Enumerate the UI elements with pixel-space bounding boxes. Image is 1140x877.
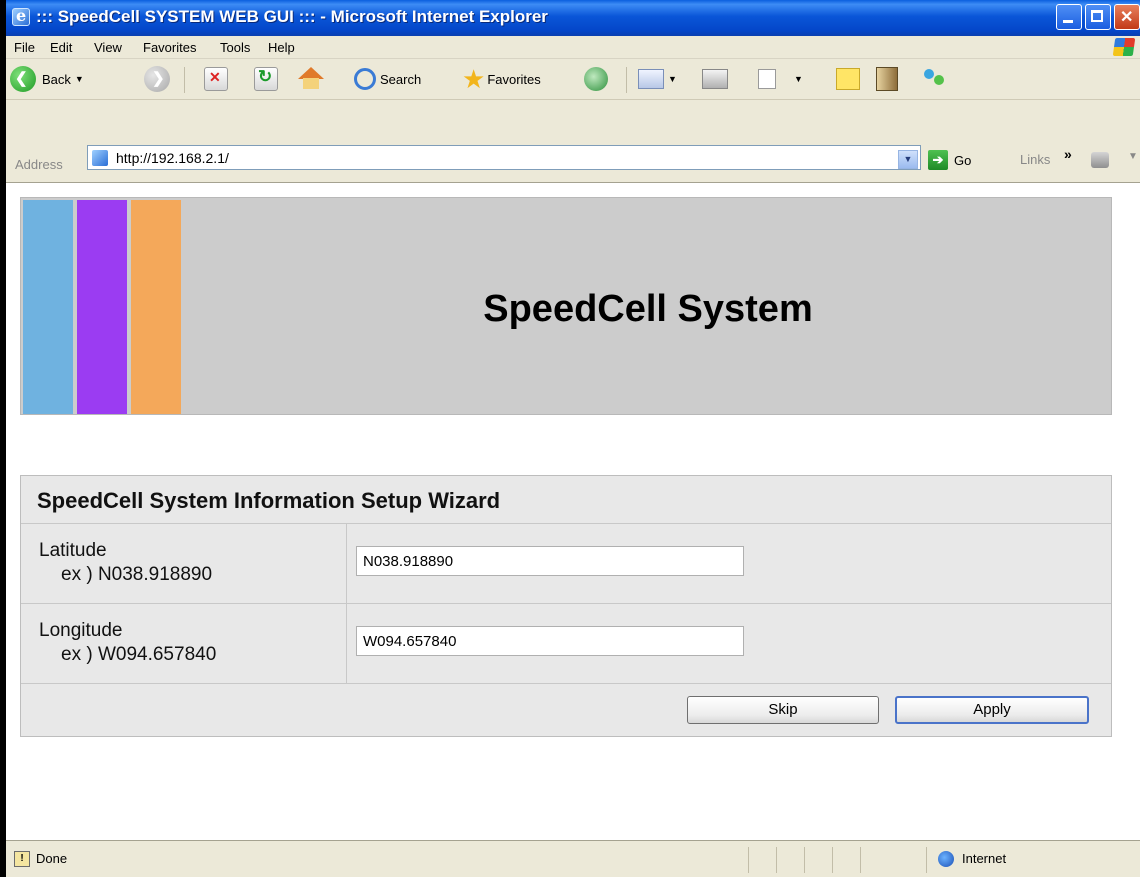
- window-title: ::: SpeedCell SYSTEM WEB GUI ::: - Micro…: [36, 7, 548, 26]
- wizard-header: SpeedCell System Information Setup Wizar…: [21, 476, 1111, 524]
- toolbar: Back ▼ Search ★ Favorites ▼: [6, 59, 1140, 100]
- chevron-down-icon: ▼: [74, 74, 84, 84]
- internet-zone-icon: [938, 851, 954, 867]
- links-toolbar-icon[interactable]: [1091, 152, 1109, 168]
- research-button[interactable]: [876, 65, 898, 93]
- search-label: Search: [380, 71, 422, 87]
- back-label: Back: [42, 71, 71, 87]
- apply-button[interactable]: Apply: [895, 696, 1089, 724]
- search-button[interactable]: Search: [354, 65, 421, 93]
- menu-bar: File Edit View Favorites Tools Help: [6, 36, 1140, 59]
- search-icon: [354, 68, 376, 90]
- close-button[interactable]: [1114, 4, 1140, 30]
- latitude-row: Latitude ex ) N038.918890: [21, 524, 1111, 604]
- menu-edit[interactable]: Edit: [50, 40, 72, 55]
- banner-stripe-purple: [77, 200, 127, 414]
- edit-icon: [758, 69, 776, 89]
- maximize-button[interactable]: [1085, 4, 1111, 30]
- forward-button[interactable]: [144, 65, 170, 93]
- messenger-button[interactable]: [922, 65, 948, 93]
- banner-title: SpeedCell System: [483, 287, 813, 330]
- banner-stripe-blue: [23, 200, 73, 414]
- go-arrow-icon: ➔: [928, 150, 948, 170]
- stop-icon: [204, 67, 228, 91]
- menu-file[interactable]: File: [14, 40, 35, 55]
- longitude-example: ex ) W094.657840: [61, 644, 217, 665]
- status-divider: [748, 847, 749, 873]
- wizard-actions: Skip Apply: [21, 684, 1111, 736]
- header-banner: SpeedCell System: [20, 197, 1112, 415]
- browser-window: ::: SpeedCell SYSTEM WEB GUI ::: - Micro…: [0, 0, 1140, 877]
- windows-logo-icon: [1112, 38, 1136, 56]
- chevron-right-icon[interactable]: »: [1064, 146, 1072, 162]
- status-bar: ! Done Internet: [6, 840, 1140, 877]
- menu-favorites[interactable]: Favorites: [143, 40, 196, 55]
- refresh-icon: [254, 67, 278, 91]
- latitude-label-cell: Latitude ex ) N038.918890: [21, 524, 347, 603]
- edit-button[interactable]: ▼: [758, 65, 803, 93]
- back-button[interactable]: Back ▼: [10, 65, 84, 93]
- messenger-icon: [922, 67, 948, 91]
- toolbar-separator: [184, 67, 185, 93]
- discuss-button[interactable]: [836, 65, 860, 93]
- latitude-input[interactable]: [356, 546, 744, 576]
- refresh-button[interactable]: [254, 65, 278, 93]
- banner-stripe-orange: [131, 200, 181, 414]
- history-icon: [584, 67, 608, 91]
- print-button[interactable]: [702, 65, 728, 93]
- go-button[interactable]: ➔ Go: [928, 148, 990, 172]
- home-icon: [298, 67, 324, 89]
- longitude-row: Longitude ex ) W094.657840: [21, 604, 1111, 684]
- chevron-down-icon[interactable]: ▼: [1128, 151, 1138, 162]
- links-label[interactable]: Links: [1020, 152, 1050, 167]
- status-text: Done: [36, 851, 68, 866]
- title-bar: ::: SpeedCell SYSTEM WEB GUI ::: - Micro…: [6, 0, 1140, 36]
- longitude-label-cell: Longitude ex ) W094.657840: [21, 604, 347, 683]
- page-icon: [92, 150, 108, 166]
- address-url: http://192.168.2.1/: [116, 150, 229, 166]
- status-divider: [860, 847, 861, 873]
- chevron-down-icon: ▼: [668, 74, 677, 84]
- mail-icon: [638, 69, 664, 89]
- status-divider: [926, 847, 927, 873]
- zone-text: Internet: [962, 851, 1007, 866]
- longitude-input[interactable]: [356, 626, 744, 656]
- menu-tools[interactable]: Tools: [220, 40, 250, 55]
- setup-wizard-panel: SpeedCell System Information Setup Wizar…: [20, 475, 1112, 737]
- forward-arrow-icon: [144, 66, 170, 92]
- chevron-down-icon: ▼: [794, 74, 803, 84]
- favorites-label: Favorites: [487, 71, 541, 87]
- minimize-button[interactable]: [1056, 4, 1082, 30]
- longitude-label: Longitude: [39, 620, 123, 641]
- status-divider: [776, 847, 777, 873]
- address-label: Address: [15, 157, 63, 172]
- page-status-icon: !: [14, 851, 30, 867]
- stop-button[interactable]: [204, 65, 228, 93]
- home-button[interactable]: [298, 65, 324, 93]
- menu-help[interactable]: Help: [268, 40, 295, 55]
- favorites-button[interactable]: ★ Favorites: [462, 65, 541, 93]
- back-arrow-icon: [10, 66, 36, 92]
- wizard-title: SpeedCell System Information Setup Wizar…: [37, 488, 501, 513]
- latitude-label: Latitude: [39, 540, 107, 561]
- print-icon: [702, 69, 728, 89]
- skip-button[interactable]: Skip: [687, 696, 879, 724]
- ie-icon: [12, 6, 30, 26]
- menu-view[interactable]: View: [94, 40, 122, 55]
- note-icon: [836, 68, 860, 90]
- status-divider: [804, 847, 805, 873]
- address-input[interactable]: http://192.168.2.1/: [87, 145, 921, 170]
- latitude-example: ex ) N038.918890: [61, 564, 213, 585]
- toolbar-separator: [626, 67, 627, 93]
- address-dropdown-button[interactable]: ▼: [898, 150, 918, 169]
- research-icon: [876, 67, 898, 91]
- go-label: Go: [954, 152, 972, 168]
- mail-button[interactable]: ▼: [638, 65, 677, 93]
- status-divider: [832, 847, 833, 873]
- history-button[interactable]: [584, 65, 608, 93]
- page-content: SpeedCell System SpeedCell System Inform…: [6, 183, 1140, 840]
- favorites-star-icon: ★: [462, 64, 486, 94]
